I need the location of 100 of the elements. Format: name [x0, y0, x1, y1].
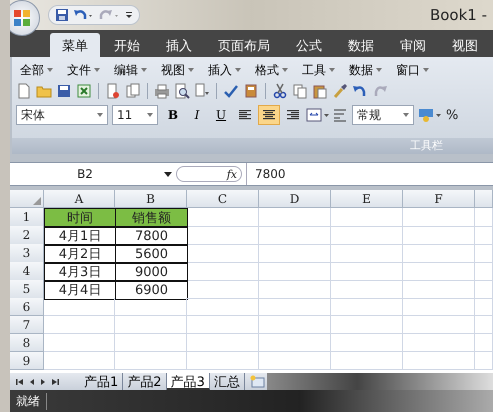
row-header[interactable]: 2 [10, 226, 44, 245]
insert-sheet-icon[interactable] [248, 374, 267, 388]
ribbon-tab[interactable]: 菜单 [50, 33, 100, 57]
row-header[interactable]: 1 [10, 208, 44, 227]
formula-bar-handle[interactable]: fx [176, 166, 242, 182]
ribbon-tab[interactable]: 视图 [440, 33, 490, 57]
menu-item[interactable]: 文件 [63, 62, 104, 78]
number-format-dropdown[interactable]: 常规 [352, 105, 414, 125]
last-sheet-icon[interactable] [51, 378, 59, 386]
clipboard-icon[interactable] [312, 83, 328, 99]
table-cell [331, 262, 403, 281]
menu-item[interactable]: 数据 [345, 62, 386, 78]
align-center-button[interactable] [258, 105, 280, 125]
ribbon-tab[interactable]: 公式 [284, 33, 334, 57]
wrap-text-icon[interactable] [332, 107, 348, 123]
font-size-dropdown[interactable]: 11 [112, 105, 158, 125]
first-sheet-icon[interactable] [16, 378, 24, 386]
formula-input[interactable]: 7800 [246, 163, 493, 185]
caret-icon[interactable] [164, 172, 172, 176]
table-cell [259, 262, 331, 281]
paintbrush-icon[interactable] [332, 83, 348, 99]
row-header[interactable]: 5 [10, 280, 44, 299]
table-cell [403, 316, 475, 334]
table-cell: 4月4日 [44, 280, 116, 300]
table-cell [331, 352, 403, 370]
menu-item[interactable]: 编辑 [110, 62, 151, 78]
table-cell [187, 280, 259, 299]
table-cell [259, 298, 331, 316]
row-header[interactable]: 4 [10, 262, 44, 281]
table-cell [331, 334, 403, 352]
page-icon[interactable] [194, 83, 210, 99]
table-cell [475, 226, 493, 245]
name-box[interactable]: B2 [10, 167, 160, 181]
sheet-tab[interactable]: 产品3 [166, 373, 210, 390]
ribbon-tab[interactable]: 审阅 [388, 33, 438, 57]
menu-item[interactable]: 格式 [251, 62, 292, 78]
scissors-icon[interactable] [272, 83, 288, 99]
page-icon[interactable] [105, 83, 121, 99]
column-header[interactable]: B [115, 190, 187, 208]
align-lines-icon [286, 109, 300, 121]
undo-icon[interactable] [73, 8, 95, 22]
magnifier-page-icon[interactable] [174, 83, 190, 99]
table-cell: 9000 [115, 262, 188, 282]
ribbon-tab[interactable]: 数据 [336, 33, 386, 57]
table-cell [475, 298, 493, 316]
column-header[interactable]: E [331, 190, 403, 208]
next-sheet-icon[interactable] [40, 378, 46, 386]
printer-icon[interactable] [154, 83, 170, 99]
spelling-check-icon[interactable] [223, 83, 239, 99]
table-cell [475, 334, 493, 352]
font-dropdown[interactable]: 宋体 [16, 105, 108, 125]
format-button[interactable]: U [210, 105, 232, 125]
column-header[interactable]: D [259, 190, 331, 208]
header-cell: 销售额 [115, 208, 188, 228]
table-cell [403, 280, 475, 299]
caret-icon [97, 113, 103, 117]
menu-item[interactable]: 工具 [298, 62, 339, 78]
table-cell: 4月3日 [44, 262, 116, 282]
menu-item[interactable]: 窗口 [392, 62, 433, 78]
menu-item[interactable]: 全部 [16, 62, 57, 78]
ribbon-tab[interactable]: 页面布局 [206, 33, 282, 57]
pages-icon[interactable] [125, 83, 141, 99]
undo-icon[interactable] [352, 83, 368, 99]
currency-icon[interactable] [418, 107, 442, 123]
new-page-icon[interactable] [16, 83, 32, 99]
previous-sheet-icon[interactable] [29, 378, 35, 386]
table-cell [259, 226, 331, 245]
column-header[interactable]: F [403, 190, 475, 208]
menu-item[interactable]: 视图 [157, 62, 198, 78]
ribbon-tab[interactable]: 开始 [102, 33, 152, 57]
menu-item[interactable]: 插入 [204, 62, 245, 78]
table-cell [475, 352, 493, 370]
copy-icon[interactable] [292, 83, 308, 99]
select-all-corner[interactable] [10, 190, 44, 208]
table-cell [44, 352, 115, 370]
table-cell [331, 226, 403, 245]
format-button[interactable]: B [162, 105, 184, 125]
row-header[interactable]: 7 [10, 316, 44, 334]
table-cell [115, 334, 187, 352]
triangle-icon [33, 197, 41, 205]
align-lines-icon [262, 109, 276, 121]
row-header[interactable]: 8 [10, 334, 44, 352]
row-header[interactable]: 9 [10, 352, 44, 370]
caret-icon [147, 113, 153, 117]
office-button[interactable] [10, 0, 40, 36]
book-icon[interactable] [243, 83, 259, 99]
insert-function-button[interactable]: fx [226, 168, 237, 180]
ribbon-tab[interactable]: 插入 [154, 33, 204, 57]
format-button[interactable]: I [186, 105, 208, 125]
column-header[interactable]: A [44, 190, 115, 208]
column-header[interactable]: C [187, 190, 259, 208]
table-cell [259, 316, 331, 334]
row-header[interactable]: 3 [10, 244, 44, 263]
spreadsheet-icon[interactable] [76, 83, 92, 99]
merge-center-icon[interactable] [306, 107, 330, 123]
row-header[interactable]: 6 [10, 298, 44, 316]
table-cell [187, 208, 259, 227]
table-cell [187, 334, 259, 352]
percent-button[interactable]: % [446, 108, 458, 122]
customize-caret-icon[interactable] [125, 10, 133, 20]
